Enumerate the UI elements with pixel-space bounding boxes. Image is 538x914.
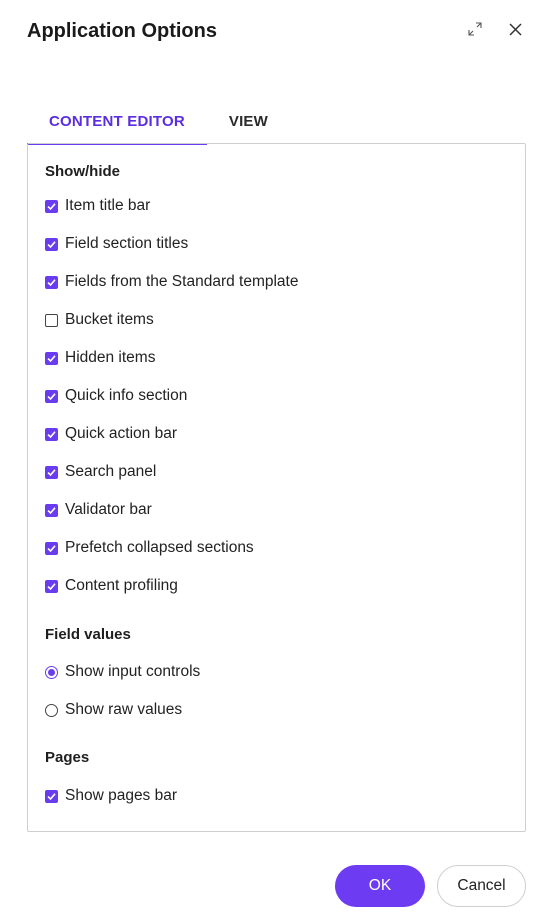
radio-show-raw-values[interactable]: Show raw values	[45, 700, 182, 720]
dialog-title: Application Options	[27, 20, 217, 42]
checkbox-label: Validator bar	[65, 501, 152, 518]
checkbox-search-panel[interactable]: Search panel	[45, 462, 156, 482]
radio-show-input-controls[interactable]: Show input controls	[45, 662, 200, 682]
checkbox-show-pages-bar[interactable]: Show pages bar	[45, 786, 177, 806]
checkbox-label: Quick info section	[65, 387, 188, 404]
title-actions	[462, 16, 528, 42]
checkbox-item-title-bar[interactable]: Item title bar	[45, 196, 150, 216]
checkbox-checked-icon[interactable]	[45, 789, 58, 803]
checkbox-prefetch-collapsed-sections[interactable]: Prefetch collapsed sections	[45, 538, 254, 558]
checkbox-label: Prefetch collapsed sections	[65, 539, 254, 556]
checkbox-checked-icon[interactable]	[45, 351, 58, 365]
checkbox-checked-icon[interactable]	[45, 199, 58, 213]
options-panel: Show/hide Item title bar Field section t…	[27, 143, 526, 832]
checkbox-label: Item title bar	[65, 197, 151, 214]
checkbox-checked-icon[interactable]	[45, 465, 58, 479]
checkbox-checked-icon[interactable]	[45, 237, 58, 251]
radio-selected-icon[interactable]	[45, 665, 58, 679]
checkbox-label: Show pages bar	[65, 787, 178, 804]
checkbox-hidden-items[interactable]: Hidden items	[45, 348, 155, 368]
radio-label: Show raw values	[65, 701, 183, 718]
checkbox-checked-icon[interactable]	[45, 541, 58, 555]
checkbox-unchecked-icon[interactable]	[45, 313, 58, 327]
checkbox-field-section-titles[interactable]: Field section titles	[45, 234, 188, 254]
checkbox-validator-bar[interactable]: Validator bar	[45, 500, 152, 520]
expand-icon[interactable]	[462, 16, 488, 42]
tab-content-editor[interactable]: CONTENT EDITOR	[27, 113, 207, 145]
checkbox-checked-icon[interactable]	[45, 427, 58, 441]
checkbox-label: Fields from the Standard template	[65, 273, 299, 290]
checkbox-label: Hidden items	[65, 349, 156, 366]
section-title-pages: Pages	[45, 749, 90, 766]
checkbox-content-profiling[interactable]: Content profiling	[45, 576, 178, 596]
checkbox-label: Bucket items	[65, 311, 154, 328]
checkbox-checked-icon[interactable]	[45, 503, 58, 517]
ok-button[interactable]: OK	[335, 865, 425, 907]
checkbox-fields-standard-template[interactable]: Fields from the Standard template	[45, 272, 298, 292]
checkbox-quick-action-bar[interactable]: Quick action bar	[45, 424, 177, 444]
close-icon[interactable]	[502, 16, 528, 42]
radio-label: Show input controls	[65, 663, 201, 680]
checkbox-label: Field section titles	[65, 235, 189, 252]
checkbox-checked-icon[interactable]	[45, 579, 58, 593]
cancel-button[interactable]: Cancel	[437, 865, 526, 907]
checkbox-bucket-items[interactable]: Bucket items	[45, 310, 154, 330]
dialog-footer: OK Cancel	[335, 865, 526, 907]
checkbox-label: Content profiling	[65, 577, 178, 594]
tab-bar: CONTENT EDITOR VIEW	[27, 100, 526, 145]
section-title-show-hide: Show/hide	[45, 163, 120, 180]
checkbox-checked-icon[interactable]	[45, 389, 58, 403]
radio-unselected-icon[interactable]	[45, 703, 58, 717]
checkbox-checked-icon[interactable]	[45, 275, 58, 289]
tab-view[interactable]: VIEW	[207, 113, 290, 144]
section-title-field-values: Field values	[45, 626, 131, 643]
checkbox-quick-info-section[interactable]: Quick info section	[45, 386, 187, 406]
checkbox-label: Search panel	[65, 463, 157, 480]
checkbox-label: Quick action bar	[65, 425, 177, 442]
